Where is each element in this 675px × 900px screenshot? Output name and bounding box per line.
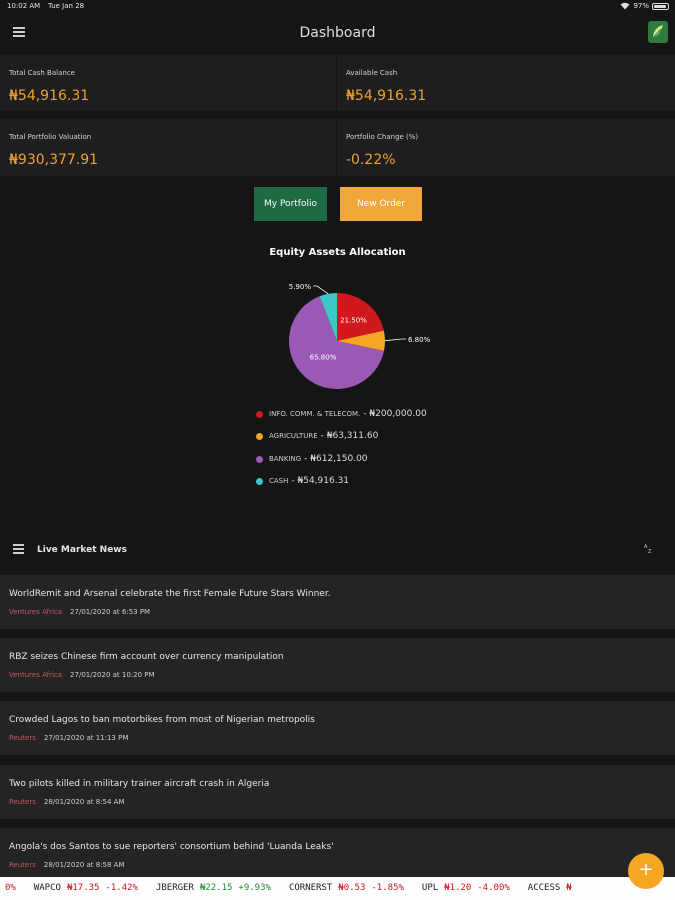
ticker-price: ₦0.53 [338, 883, 366, 893]
legend-amount: - ₦63,311.60 [320, 431, 379, 441]
legend-dot [256, 432, 263, 440]
news-title: Live Market News [37, 545, 127, 555]
ticker-change: +9.93% [238, 883, 271, 893]
news-meta: Ventures Africa 27/01/2020 at 6:53 PM [9, 608, 150, 616]
pie-slice-label: 5.90% [289, 283, 312, 291]
allocation-pie-chart: 21.50% 6.80% 65.80% 5.90% [289, 283, 431, 389]
news-timestamp: 27/01/2020 at 10:20 PM [70, 671, 155, 679]
legend-item-cash: CASH - ₦54,916.31 [256, 475, 349, 487]
ticker-symbol: ACCESS [527, 883, 561, 893]
legend-name: INFO. COMM. & TELECOM. [269, 410, 361, 418]
pie-slice-label: 65.80% [310, 353, 337, 361]
ticker-item: JBERGER ₦22.15 +9.93% [156, 883, 271, 893]
sort-az-icon[interactable]: A Z [644, 543, 654, 556]
ticker-item: CORNERST ₦0.53 -1.85% [289, 883, 404, 893]
news-source: Ventures Africa [9, 671, 63, 679]
news-timestamp: 28/01/2020 at 8:54 AM [43, 798, 125, 806]
news-item[interactable]: RBZ seizes Chinese firm account over cur… [0, 638, 675, 692]
news-meta: Ventures Africa 27/01/2020 at 10:20 PM [9, 671, 155, 679]
news-item[interactable]: Angola's dos Santos to sue reporters' co… [0, 828, 675, 882]
pie-slice-label: 21.50% [340, 316, 367, 324]
pie-leader-line [313, 285, 329, 295]
list-icon [13, 544, 24, 554]
news-timestamp: 27/01/2020 at 6:53 PM [70, 608, 151, 616]
svg-text:Z: Z [648, 549, 652, 553]
legend-amount: - ₦200,000.00 [363, 409, 427, 419]
news-item[interactable]: Crowded Lagos to ban motorbikes from mos… [0, 701, 675, 755]
news-source: Ventures Africa [9, 608, 63, 616]
legend-item-telecom: INFO. COMM. & TELECOM. - ₦200,000.00 [256, 408, 427, 420]
news-header: Live Market News A Z [0, 538, 675, 564]
legend-amount: - ₦54,916.31 [291, 476, 350, 486]
legend-name: BANKING [269, 455, 302, 463]
ticker-price: ₦1.20 [444, 883, 472, 893]
stock-ticker: 0% WAPCO ₦17.35 -1.42% JBERGER ₦22.15 +9.93% CO… [0, 877, 675, 900]
ticker-symbol: UPL [421, 883, 439, 893]
ticker-change: -1.42% [105, 883, 138, 893]
legend-dot [256, 477, 263, 485]
news-meta: Reuters 27/01/2020 at 11:13 PM [9, 734, 128, 742]
legend-dot [256, 455, 263, 463]
ticker-item: WAPCO ₦17.35 -1.42% [34, 883, 138, 893]
news-item[interactable]: Two pilots killed in military trainer ai… [0, 765, 675, 819]
ticker-change: -1.85% [371, 883, 404, 893]
add-fab-button[interactable]: + [628, 853, 664, 889]
news-meta: Reuters 28/01/2020 at 8:58 AM [9, 861, 124, 869]
news-meta: Reuters 28/01/2020 at 8:54 AM [9, 798, 124, 806]
ticker-price: ₦22.15 [199, 883, 233, 893]
legend-item-agriculture: AGRICULTURE - ₦63,311.60 [256, 430, 378, 442]
news-headline: WorldRemit and Arsenal celebrate the fir… [9, 589, 331, 599]
news-source: Reuters [9, 861, 36, 869]
legend-item-banking: BANKING - ₦612,150.00 [256, 453, 368, 465]
pie-slice-label: 6.80% [408, 336, 431, 344]
news-headline: Two pilots killed in military trainer ai… [9, 779, 270, 789]
legend-amount: - ₦612,150.00 [304, 454, 368, 464]
news-source: Reuters [9, 734, 36, 742]
news-item[interactable]: WorldRemit and Arsenal celebrate the fir… [0, 575, 675, 629]
ticker-track: 0% WAPCO ₦17.35 -1.42% JBERGER ₦22.15 +9.93% CO… [5, 883, 590, 893]
ticker-symbol: WAPCO [33, 883, 61, 893]
ticker-price: ₦ [566, 883, 572, 893]
legend-dot [256, 410, 263, 418]
ticker-fragment: 0% [5, 883, 16, 893]
news-headline: Angola's dos Santos to sue reporters' co… [9, 842, 334, 852]
ticker-symbol: CORNERST [288, 883, 333, 893]
ticker-item: UPL ₦1.20 -4.00% [422, 883, 510, 893]
ticker-price: ₦17.35 [66, 883, 100, 893]
legend-name: CASH [269, 477, 289, 485]
news-headline: RBZ seizes Chinese firm account over cur… [9, 652, 284, 662]
news-timestamp: 28/01/2020 at 8:58 AM [43, 861, 125, 869]
legend-name: AGRICULTURE [269, 432, 318, 440]
news-timestamp: 27/01/2020 at 11:13 PM [43, 734, 129, 742]
ticker-item: ACCESS ₦ [528, 883, 572, 893]
pie-leader-line [384, 338, 406, 342]
ticker-symbol: JBERGER [155, 883, 194, 893]
news-headline: Crowded Lagos to ban motorbikes from mos… [9, 715, 315, 725]
ticker-change: -4.00% [477, 883, 510, 893]
news-source: Reuters [9, 798, 36, 806]
